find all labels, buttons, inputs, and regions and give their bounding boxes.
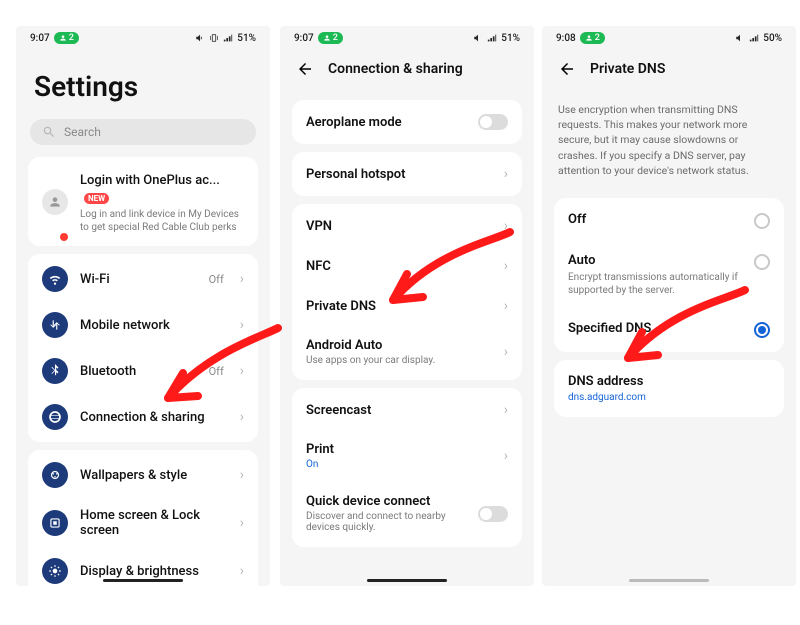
mobile-network-row[interactable]: Mobile network › (28, 302, 258, 348)
phone-connection-sharing: 9:07 2 51% Connection & sharing Aeroplan… (280, 26, 534, 586)
wifi-icon (42, 266, 68, 292)
android-auto-row[interactable]: Android Auto Use apps on your car displa… (292, 326, 522, 378)
dns-address-value: dns.adguard.com (568, 392, 646, 403)
notification-pill: 2 (318, 32, 343, 44)
dns-auto-row[interactable]: Auto Encrypt transmissions automatically… (554, 241, 784, 309)
mobile-data-icon (42, 312, 68, 338)
chevron-right-icon: › (504, 258, 508, 274)
clock: 9:08 (556, 33, 576, 44)
status-bar: 9:08 2 50% (542, 26, 796, 46)
home-lock-row[interactable]: Home screen & Lock screen › (28, 498, 258, 548)
vibrate-icon (209, 33, 219, 43)
vpn-row[interactable]: VPN › (292, 206, 522, 246)
wifi-row[interactable]: Wi-Fi Off › (28, 256, 258, 302)
chevron-right-icon: › (240, 563, 244, 579)
signal-icon (487, 33, 497, 43)
dns-off-row[interactable]: Off (554, 200, 784, 241)
volume-off-icon (195, 33, 205, 43)
chevron-right-icon: › (240, 409, 244, 425)
aeroplane-toggle[interactable] (478, 114, 508, 130)
login-oneplus-row[interactable]: Login with OnePlus ac... NEW Log in and … (28, 159, 258, 244)
battery-percent: 50% (763, 33, 782, 44)
connection-sharing-row[interactable]: Connection & sharing › (28, 394, 258, 440)
account-icon (42, 189, 68, 215)
account-sub: Log in and link device in My Devices to … (80, 209, 244, 234)
volume-off-icon (735, 33, 745, 43)
status-bar: 9:07 2 51% (16, 26, 270, 46)
chevron-right-icon: › (240, 467, 244, 483)
phone-private-dns: 9:08 2 50% Private DNS Use encryption wh… (542, 26, 796, 586)
notification-pill: 2 (580, 32, 605, 44)
quick-connect-toggle[interactable] (478, 506, 508, 522)
hotspot-row[interactable]: Personal hotspot › (292, 154, 522, 194)
home-lock-icon (42, 510, 68, 536)
dns-address-row[interactable]: DNS address dns.adguard.com (554, 362, 784, 415)
clock: 9:07 (294, 33, 314, 44)
nav-bar[interactable] (629, 579, 709, 582)
phone-settings-main: 9:07 2 51% Settings Search (16, 26, 270, 586)
wallpapers-icon (42, 462, 68, 488)
chevron-right-icon: › (504, 166, 508, 182)
chevron-right-icon: › (240, 271, 244, 287)
battery-percent: 51% (237, 33, 256, 44)
signal-icon (223, 33, 233, 43)
screen-header: Private DNS (542, 46, 796, 92)
nav-bar[interactable] (103, 579, 183, 582)
search-icon (42, 125, 56, 139)
battery-percent: 51% (501, 33, 520, 44)
screencast-row[interactable]: Screencast › (292, 390, 522, 430)
bluetooth-state: Off (209, 365, 224, 378)
search-input[interactable]: Search (30, 119, 256, 145)
chevron-right-icon: › (240, 317, 244, 333)
bluetooth-row[interactable]: Bluetooth Off › (28, 348, 258, 394)
dns-specified-row[interactable]: Specified DNS (554, 309, 784, 350)
chevron-right-icon: › (504, 402, 508, 418)
alert-dot (60, 233, 68, 241)
back-arrow-icon[interactable] (296, 60, 314, 78)
brightness-icon (42, 558, 68, 584)
chevron-right-icon: › (504, 344, 508, 360)
chevron-right-icon: › (504, 218, 508, 234)
new-badge: NEW (84, 193, 109, 204)
aeroplane-row[interactable]: Aeroplane mode (292, 102, 522, 142)
radio-off[interactable] (754, 213, 770, 229)
print-row[interactable]: Print On › (292, 430, 522, 482)
radio-auto[interactable] (754, 254, 770, 270)
person-icon (59, 34, 67, 42)
connection-sharing-icon (42, 404, 68, 430)
page-title: Settings (16, 46, 270, 115)
back-arrow-icon[interactable] (558, 60, 576, 78)
volume-off-icon (473, 33, 483, 43)
bluetooth-icon (42, 358, 68, 384)
status-bar: 9:07 2 51% (280, 26, 534, 46)
chevron-right-icon: › (240, 363, 244, 379)
quick-connect-row[interactable]: Quick device connect Discover and connec… (292, 482, 522, 545)
chevron-right-icon: › (504, 298, 508, 314)
notification-pill: 2 (54, 32, 79, 44)
chevron-right-icon: › (240, 515, 244, 531)
wallpapers-row[interactable]: Wallpapers & style › (28, 452, 258, 498)
screen-header: Connection & sharing (280, 46, 534, 92)
wifi-state: Off (209, 273, 224, 286)
help-text: Use encryption when transmitting DNS req… (542, 92, 796, 190)
nfc-row[interactable]: NFC › (292, 246, 522, 286)
clock: 9:07 (30, 33, 50, 44)
signal-icon (749, 33, 759, 43)
nav-bar[interactable] (367, 579, 447, 582)
chevron-right-icon: › (504, 448, 508, 464)
account-title: Login with OnePlus ac... (80, 173, 220, 188)
radio-specified[interactable] (754, 322, 770, 338)
private-dns-row[interactable]: Private DNS › (292, 286, 522, 326)
